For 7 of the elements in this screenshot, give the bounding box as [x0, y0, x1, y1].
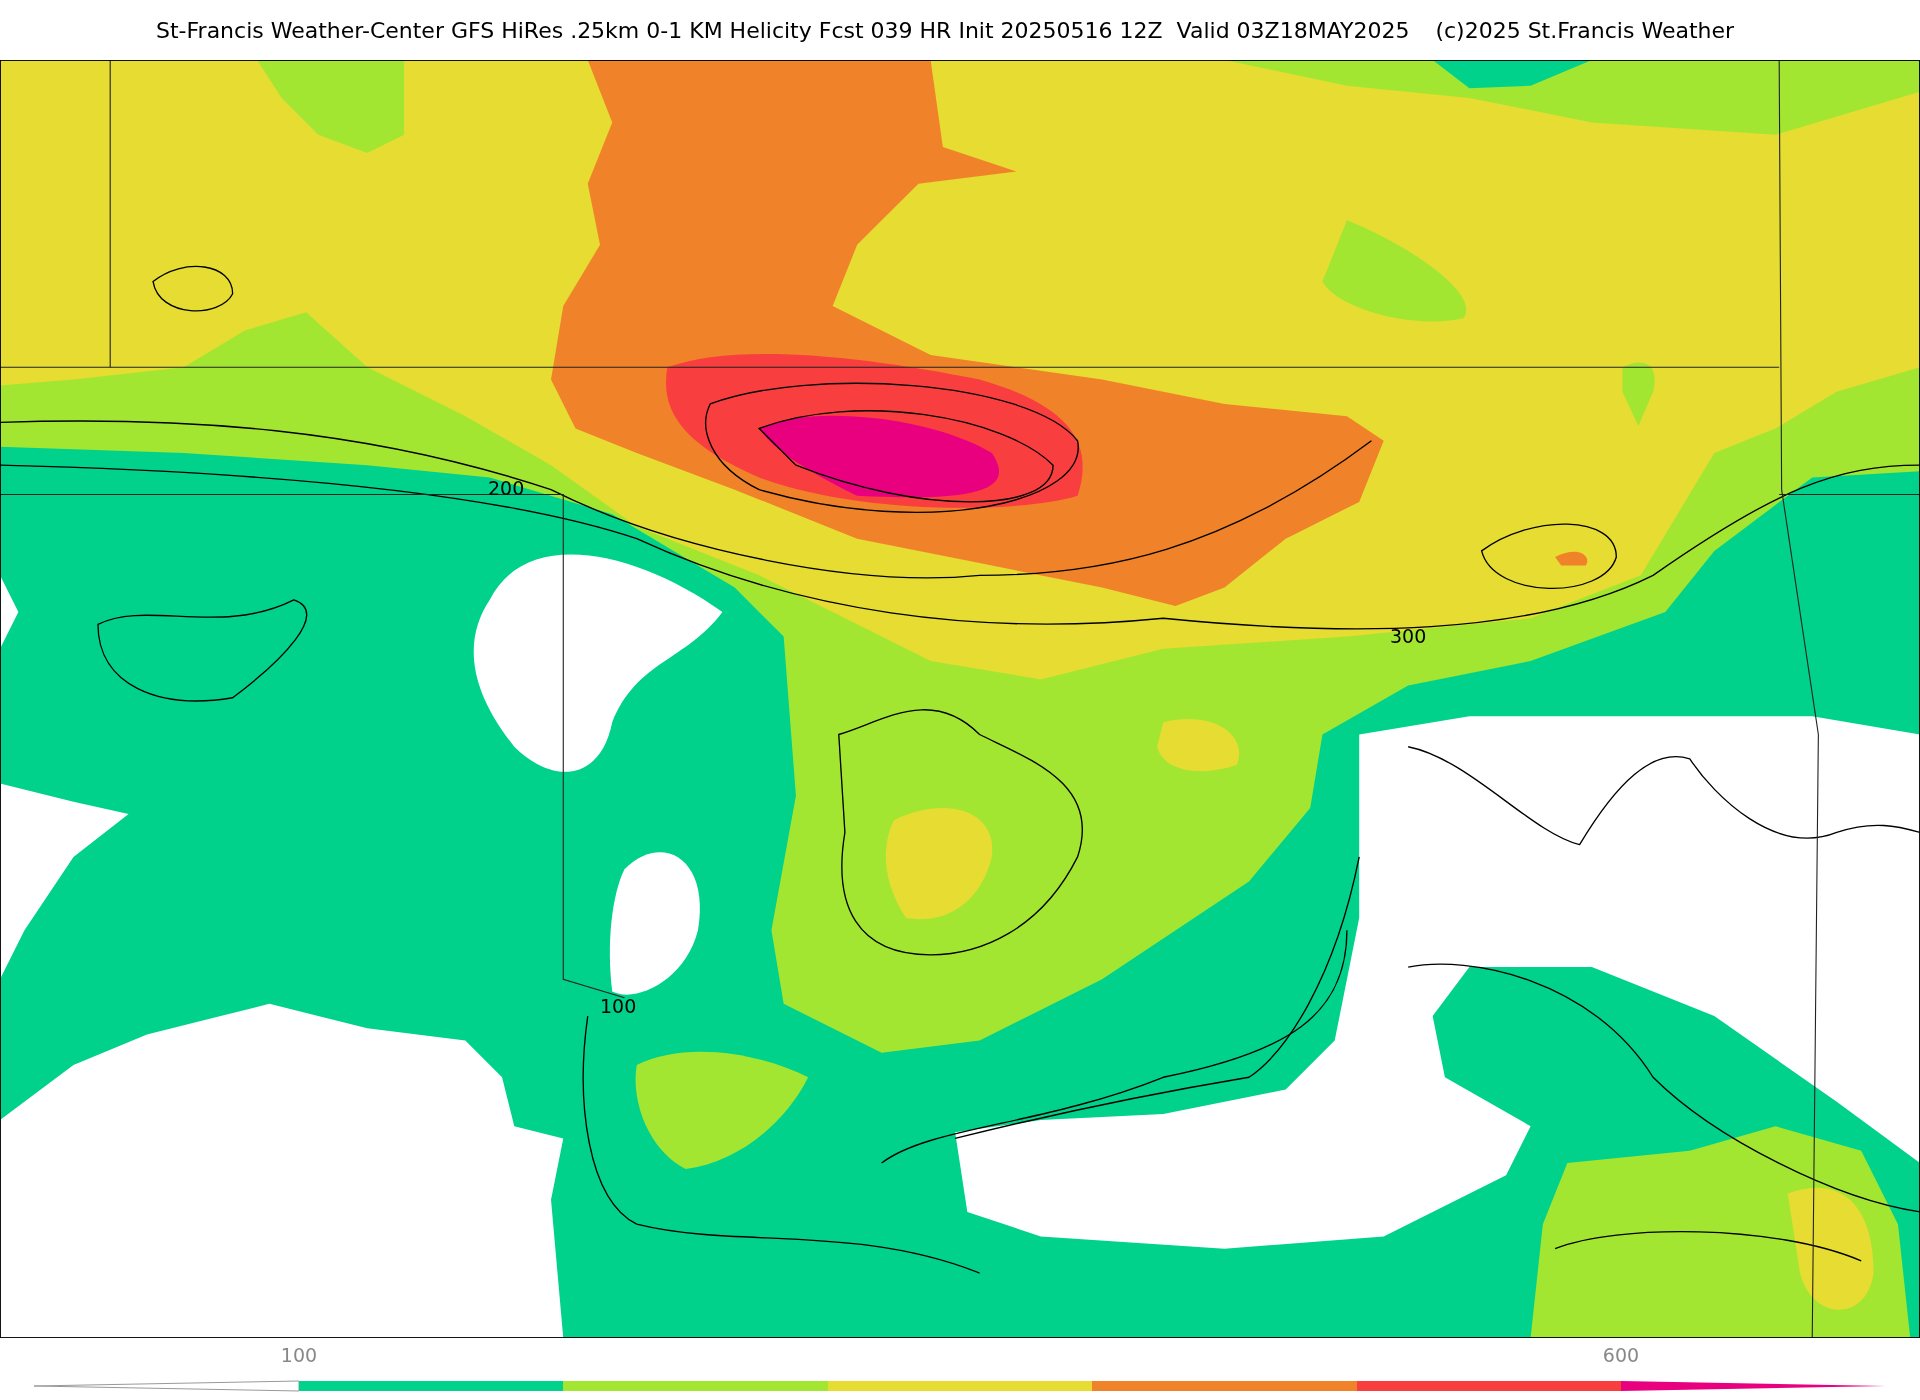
map-title: St-Francis Weather-Center GFS HiRes .25km 0-1 KM Helicity Fcst 039 HR Init 20250516 12Z Valid 03Z18MAY2025: [156, 16, 1410, 45]
colorbar-tick-label: 600: [1602, 1346, 1640, 1365]
colorbar-tick-label: 100: [280, 1346, 318, 1365]
contour-label: 100: [600, 997, 637, 1016]
copyright-text: (c)2025 St.Francis Weather: [1435, 16, 1735, 45]
contour-label: 200: [488, 479, 525, 498]
contour-label: 300: [1390, 627, 1427, 646]
